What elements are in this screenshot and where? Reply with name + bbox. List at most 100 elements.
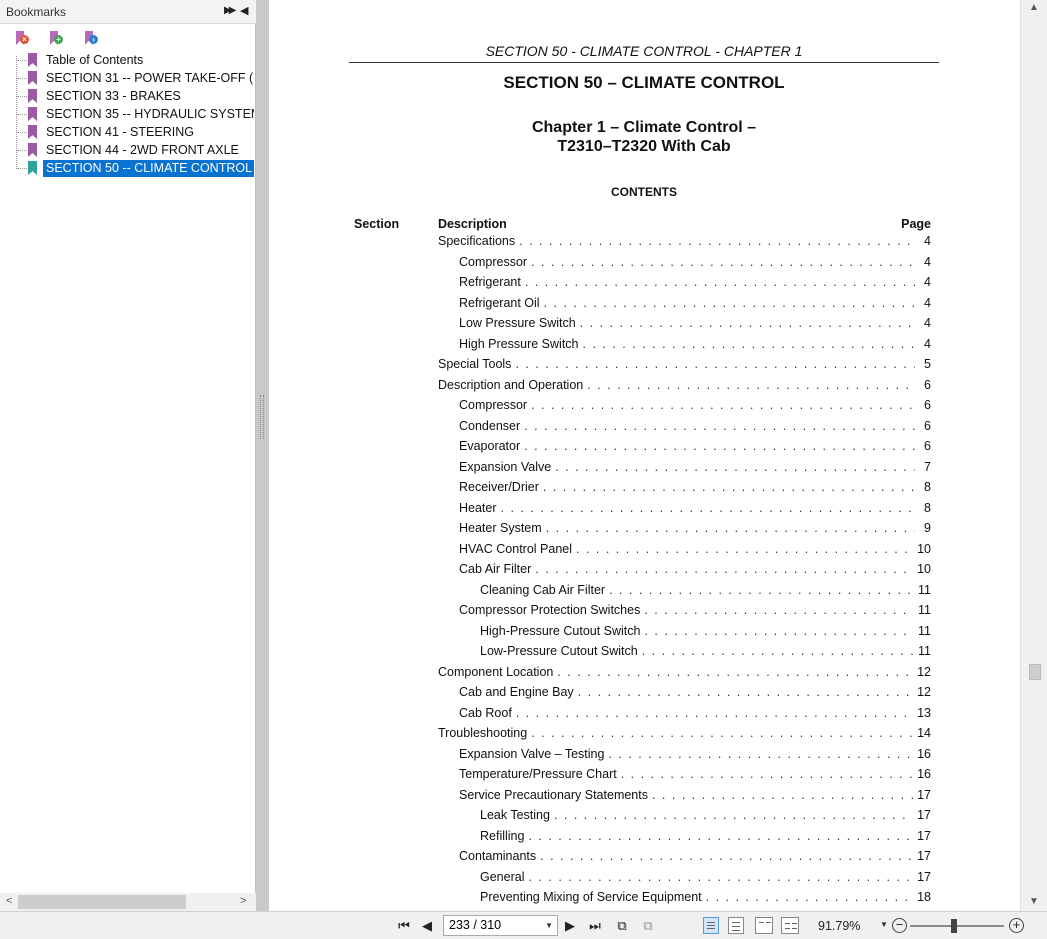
toc-entry[interactable]: Contaminants 17 xyxy=(438,849,931,870)
bookmark-item[interactable]: SECTION 35 -- HYDRAULIC SYSTEM xyxy=(14,105,256,123)
toc-entry-title: Troubleshooting xyxy=(438,726,528,740)
zoom-slider[interactable] xyxy=(910,925,1004,927)
bookmark-label: SECTION 31 -- POWER TAKE-OFF (PT xyxy=(46,71,254,85)
first-page-icon[interactable]: ⏮ xyxy=(396,916,412,936)
goto-bookmark-icon[interactable]: › xyxy=(81,30,99,48)
toc-entry-title: Cab Roof xyxy=(459,705,512,720)
toc-entry[interactable]: Compressor Protection Switches 11 xyxy=(438,603,931,624)
toc-entry[interactable]: Troubleshooting 14 xyxy=(438,726,931,747)
add-bookmark-icon[interactable]: + xyxy=(46,30,64,48)
zoom-level[interactable]: 91.79% xyxy=(818,919,860,933)
previous-view-icon[interactable]: ⧉ xyxy=(613,916,631,936)
contents-heading: CONTENTS xyxy=(611,185,677,199)
toc-entry[interactable]: HVAC Control Panel 10 xyxy=(438,542,931,563)
toc-entry[interactable]: General 17 xyxy=(438,870,931,891)
running-head: SECTION 50 - CLIMATE CONTROL - CHAPTER 1 xyxy=(485,43,803,59)
bookmarks-horizontal-scrollbar[interactable]: < > xyxy=(0,893,256,911)
toc-entry[interactable]: Cab Air Filter 10 xyxy=(438,562,931,583)
bookmark-item[interactable]: SECTION 33 - BRAKES xyxy=(14,87,256,105)
bookmark-item[interactable]: SECTION 41 - STEERING xyxy=(14,123,256,141)
toc-leader-dots xyxy=(528,870,913,884)
continuous-view-icon[interactable] xyxy=(728,917,744,934)
toc-entry-page: 4 xyxy=(924,234,931,248)
bookmark-toolbar: × + › xyxy=(0,26,256,48)
facing-view-icon[interactable] xyxy=(755,917,773,934)
page-number-input[interactable]: 233 / 310 ▼ xyxy=(443,915,558,936)
bookmark-item[interactable]: Table of Contents xyxy=(14,51,256,69)
toc-entry[interactable]: High-Pressure Cutout Switch 11 xyxy=(438,624,931,645)
toc-entry-title: Leak Testing xyxy=(480,808,550,822)
bookmark-item[interactable]: SECTION 31 -- POWER TAKE-OFF (PT xyxy=(14,69,256,87)
toc-entry-title: Preventing Mixing of Service Equipment xyxy=(480,890,702,904)
next-view-icon[interactable]: ⧉ xyxy=(639,916,657,936)
scroll-right-icon[interactable]: > xyxy=(240,895,246,907)
vertical-scrollbar[interactable]: ▲ ▼ xyxy=(1020,0,1047,911)
toc-entry[interactable]: Temperature/Pressure Chart 16 xyxy=(438,767,931,788)
last-page-icon[interactable]: ⏭ xyxy=(587,916,603,936)
bookmark-label: SECTION 35 -- HYDRAULIC SYSTEM xyxy=(46,107,254,121)
continuous-facing-view-icon[interactable] xyxy=(781,917,799,934)
collapse-panel-icon[interactable]: ◀ xyxy=(240,4,248,17)
toc-entry[interactable]: Refilling 17 xyxy=(438,829,931,850)
toc-leader-dots xyxy=(555,460,915,474)
toc-entry[interactable]: Heater System 9 xyxy=(438,521,931,542)
zoom-in-icon[interactable]: + xyxy=(1009,918,1024,933)
bookmark-label: SECTION 33 - BRAKES xyxy=(46,89,181,103)
toc-entry[interactable]: Receiver/Drier 8 xyxy=(438,480,931,501)
toc-leader-dots xyxy=(528,829,913,843)
scrollbar-thumb[interactable] xyxy=(18,895,186,909)
toc-leader-dots xyxy=(540,849,913,863)
toc-entry[interactable]: Cleaning Cab Air Filter 11 xyxy=(438,583,931,604)
toc-entry[interactable]: Refrigerant 4 xyxy=(438,275,931,296)
toc-entry-title: General xyxy=(480,869,525,884)
toc-entry[interactable]: Cab and Engine Bay 12 xyxy=(438,685,931,706)
toc-entry-title: Low-Pressure Cutout Switch xyxy=(480,644,638,658)
toc-entry[interactable]: High Pressure Switch 4 xyxy=(438,337,931,358)
toc-leader-dots xyxy=(544,296,915,310)
toc-entry[interactable]: Compressor 4 xyxy=(438,255,931,276)
toc-entry[interactable]: Condenser 6 xyxy=(438,419,931,440)
scroll-up-icon[interactable]: ▲ xyxy=(1029,2,1039,13)
toc-entry[interactable]: Component Location 12 xyxy=(438,665,931,686)
toc-entry[interactable]: Evaporator 6 xyxy=(438,439,931,460)
toc-entry[interactable]: Refrigerant Oil 4 xyxy=(438,296,931,317)
toc-leader-dots xyxy=(515,357,915,371)
document-view: SECTION 50 - CLIMATE CONTROL - CHAPTER 1… xyxy=(269,0,1020,911)
toc-entry[interactable]: Compressor 6 xyxy=(438,398,931,419)
splitter-grip[interactable] xyxy=(260,395,264,439)
previous-page-icon[interactable]: ◀ xyxy=(420,916,434,936)
page-indicator: 233 / 310 xyxy=(449,918,502,932)
toc-leader-dots xyxy=(554,808,913,822)
panel-splitter[interactable] xyxy=(256,0,269,911)
toc-entry[interactable]: Low Pressure Switch 4 xyxy=(438,316,931,337)
bookmark-label: Table of Contents xyxy=(46,53,144,67)
single-page-view-icon[interactable] xyxy=(703,917,719,934)
toc-leader-dots xyxy=(546,521,915,535)
toc-leader-dots xyxy=(524,419,915,433)
toc-entry-page: 17 xyxy=(917,869,931,884)
toc-entry[interactable]: Heater 8 xyxy=(438,501,931,522)
zoom-slider-thumb[interactable] xyxy=(951,919,957,933)
toc-entry[interactable]: Expansion Valve 7 xyxy=(438,460,931,481)
next-page-icon[interactable]: ▶ xyxy=(563,916,577,936)
toc-entry[interactable]: Specifications 4 xyxy=(438,234,931,255)
toc-entry[interactable]: Leak Testing 17 xyxy=(438,808,931,829)
scrollbar-thumb[interactable] xyxy=(1029,664,1041,680)
navigation-toolbar: ⏮ ◀ 233 / 310 ▼ ▶ ⏭ ⧉ ⧉ 91.79% ▼ − + xyxy=(0,911,1047,939)
scroll-left-icon[interactable]: < xyxy=(6,895,12,907)
toc-entry[interactable]: Low-Pressure Cutout Switch 11 xyxy=(438,644,931,665)
chevron-down-icon[interactable]: ▼ xyxy=(545,916,553,935)
chevron-down-icon[interactable]: ▼ xyxy=(880,920,888,929)
toc-entry[interactable]: Special Tools 5 xyxy=(438,357,931,378)
toc-entry[interactable]: Service Precautionary Statements 17 xyxy=(438,788,931,809)
toc-entry[interactable]: Expansion Valve – Testing 16 xyxy=(438,747,931,768)
expand-panel-icon[interactable]: ▶▶ xyxy=(224,5,237,16)
scroll-down-icon[interactable]: ▼ xyxy=(1029,896,1039,907)
bookmark-item-selected[interactable]: SECTION 50 -- CLIMATE CONTROL xyxy=(14,159,256,177)
bookmark-item[interactable]: SECTION 44 - 2WD FRONT AXLE xyxy=(14,141,256,159)
delete-bookmark-icon[interactable]: × xyxy=(12,30,30,48)
toc-entry[interactable]: Cab Roof 13 xyxy=(438,706,931,727)
toc-entry[interactable]: Preventing Mixing of Service Equipment 18 xyxy=(438,890,931,911)
zoom-out-icon[interactable]: − xyxy=(892,918,907,933)
toc-entry[interactable]: Description and Operation 6 xyxy=(438,378,931,399)
